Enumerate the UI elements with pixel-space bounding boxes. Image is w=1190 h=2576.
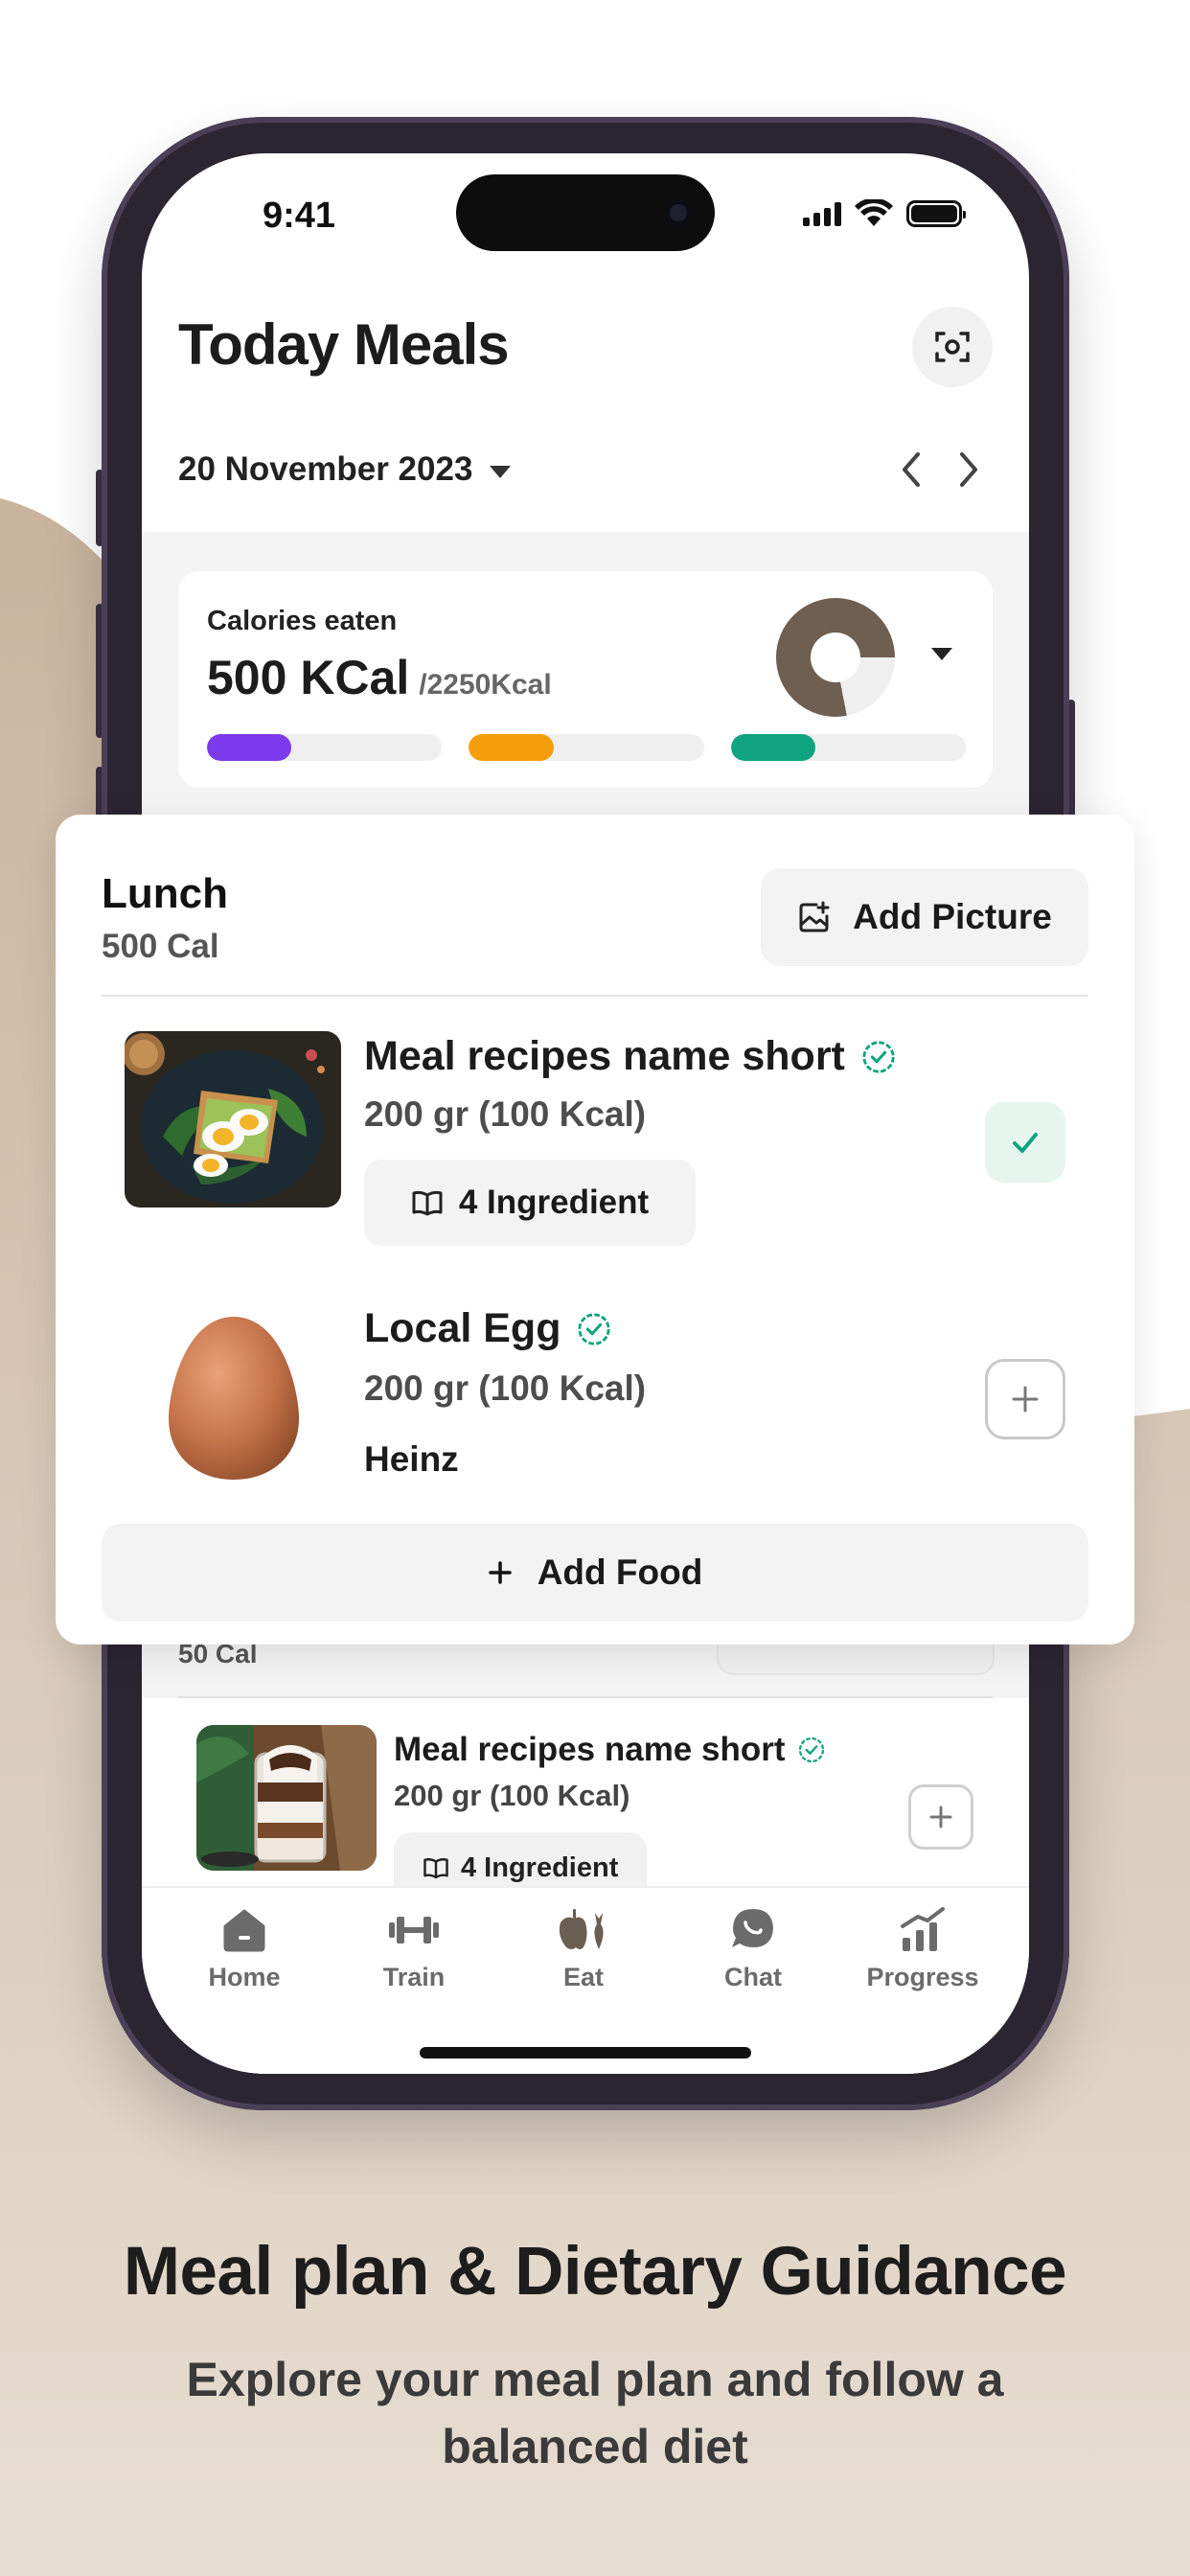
chevron-down-icon	[490, 465, 512, 478]
food-item-amount: 200 gr (100 Kcal)	[364, 1094, 647, 1134]
scan-button[interactable]	[912, 307, 993, 387]
book-icon	[412, 1190, 443, 1216]
tab-label: Progress	[866, 1963, 979, 1991]
verified-badge-icon	[798, 1736, 824, 1763]
add-item-button[interactable]	[985, 1359, 1065, 1439]
tab-label: Chat	[724, 1963, 782, 1991]
date-navigation	[899, 450, 981, 489]
previous-day-button[interactable]	[899, 450, 924, 489]
calories-donut-chart	[776, 598, 895, 717]
snack-item-title: Meal recipes name short	[394, 1731, 786, 1768]
avocado-toast-image	[125, 1031, 341, 1208]
camera-icon	[665, 199, 692, 226]
macro-bars	[207, 734, 966, 761]
parfait-image	[196, 1725, 377, 1871]
food-item-brand: Heinz	[364, 1439, 459, 1479]
add-picture-button[interactable]: Add Picture	[761, 868, 1088, 966]
add-food-label: Add Food	[537, 1552, 703, 1592]
add-image-icon	[799, 901, 830, 932]
check-icon	[1013, 1133, 1038, 1153]
verified-badge-icon	[862, 1040, 895, 1073]
cellular-signal-icon	[803, 201, 841, 226]
add-food-button[interactable]: Add Food	[102, 1524, 1088, 1622]
macro-bar-purple	[207, 734, 443, 761]
divider	[102, 995, 1088, 997]
home-icon	[223, 1909, 265, 1952]
ingredients-label: 4 Ingredient	[458, 1184, 650, 1221]
home-indicator	[420, 2047, 751, 2058]
book-icon	[423, 1857, 448, 1879]
plus-icon	[929, 1806, 952, 1828]
chat-icon	[732, 1909, 773, 1947]
dynamic-island	[456, 174, 715, 251]
tab-eat[interactable]: Eat	[502, 1905, 665, 1992]
progress-icon	[901, 1907, 945, 1951]
snack-ingredients-label: 4 Ingredient	[461, 1852, 619, 1883]
expand-caret-icon[interactable]	[931, 648, 952, 660]
lunch-card: Lunch 500 Cal Add Picture Meal recipes n…	[56, 815, 1134, 1644]
tab-train[interactable]: Train	[332, 1905, 495, 1992]
plus-icon	[1012, 1386, 1039, 1413]
calories-eaten: 500 KCal	[207, 651, 410, 704]
add-picture-label: Add Picture	[853, 897, 1052, 936]
calories-value: 500 KCal/2250Kcal	[207, 650, 552, 705]
tab-label: Train	[382, 1963, 446, 1991]
food-item-title: Meal recipes name short	[364, 1033, 845, 1079]
food-item-name: Meal recipes name short	[364, 1033, 897, 1080]
status-time: 9:41	[263, 196, 336, 236]
tab-label: Home	[208, 1963, 281, 1991]
calories-label: Calories eaten	[207, 606, 398, 636]
date-label: 20 November 2023	[178, 450, 473, 488]
wifi-icon	[855, 199, 893, 226]
macro-bar-green	[730, 734, 966, 761]
plus-icon	[488, 1561, 512, 1584]
date-picker[interactable]: 20 November 2023	[178, 450, 512, 489]
tab-progress[interactable]: Progress	[841, 1905, 1004, 1992]
verified-badge-icon	[578, 1312, 611, 1346]
added-check-button[interactable]	[985, 1102, 1065, 1183]
scan-icon	[935, 332, 970, 362]
snack-item-amount: 200 gr (100 Kcal)	[394, 1779, 630, 1812]
ingredients-button[interactable]: 4 Ingredient	[364, 1160, 696, 1246]
calories-card: Calories eaten 500 KCal/2250Kcal	[178, 571, 993, 788]
marketing-subheadline: Explore your meal plan and follow a bala…	[186, 2353, 1004, 2473]
food-icon	[559, 1909, 604, 1949]
egg-image	[148, 1313, 320, 1485]
tab-home[interactable]: Home	[163, 1905, 326, 1992]
food-item-title: Local Egg	[364, 1305, 561, 1351]
tab-label: Eat	[562, 1963, 605, 1991]
meal-calories: 500 Cal	[102, 928, 219, 965]
snack-add-button[interactable]	[908, 1784, 973, 1850]
dumbbell-icon	[389, 1917, 439, 1944]
snack-item-name: Meal recipes name short	[394, 1731, 826, 1769]
tab-chat[interactable]: Chat	[672, 1905, 835, 1992]
macro-bar-orange	[469, 734, 704, 761]
next-day-button[interactable]	[956, 450, 981, 489]
marketing-headline: Meal plan & Dietary Guidance	[123, 2234, 1067, 2310]
food-item-amount: 200 gr (100 Kcal)	[364, 1368, 647, 1408]
page-title: Today Meals	[178, 312, 510, 377]
calories-total: /2250Kcal	[419, 669, 552, 701]
meal-title: Lunch	[102, 870, 228, 917]
food-item-name: Local Egg	[364, 1305, 612, 1352]
status-icons	[803, 199, 966, 228]
tab-bar: Home Train Eat Chat Progress	[142, 1886, 1029, 2074]
battery-icon	[906, 200, 966, 227]
